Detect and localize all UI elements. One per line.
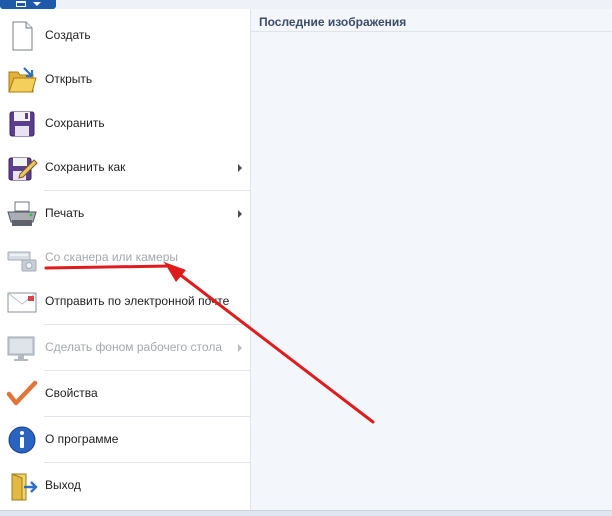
menu-separator (44, 416, 250, 417)
menu-item-label: Сделать фоном рабочего стола (45, 340, 222, 354)
menu-item-exit[interactable]: Выход (0, 464, 250, 508)
menu-item-about[interactable]: О программе (0, 418, 250, 462)
menu-separator (44, 462, 250, 463)
submenu-arrow-icon (238, 344, 242, 352)
menu-item-label: Создать (45, 28, 91, 42)
ribbon-strip (56, 0, 612, 9)
menu-separator (44, 190, 250, 191)
menu-item-print[interactable]: Печать (0, 192, 250, 236)
menu-item-label: Сохранить как (45, 160, 126, 174)
menu-item-label: Сохранить (45, 116, 105, 130)
new-document-icon (12, 21, 33, 51)
scanner-camera-icon (7, 251, 37, 272)
menu-item-label: Свойства (45, 386, 98, 400)
checkmark-properties-icon (6, 380, 38, 406)
menu-item-from-scanner-or-camera[interactable]: Со сканера или камеры (0, 236, 250, 280)
menu-item-label: О программе (45, 432, 119, 446)
submenu-arrow-icon (238, 164, 242, 172)
menu-item-label: Печать (45, 206, 85, 220)
menu-item-save[interactable]: Сохранить (0, 102, 250, 146)
menu-item-properties[interactable]: Свойства (0, 372, 250, 416)
desktop-background-icon (7, 336, 35, 361)
menu-item-set-desktop-background[interactable]: Сделать фоном рабочего стола (0, 326, 250, 370)
recent-images-title: Последние изображения (259, 15, 407, 29)
recent-images-header: Последние изображения (251, 9, 612, 32)
paint-menu-icon (16, 1, 26, 7)
menu-item-new[interactable]: Создать (0, 14, 250, 58)
save-as-icon (8, 157, 38, 181)
submenu-arrow-icon (238, 210, 242, 218)
email-envelope-icon (7, 292, 37, 313)
menu-item-open[interactable]: Открыть (0, 58, 250, 102)
menu-item-label: Выход (45, 478, 81, 492)
open-folder-icon (8, 67, 37, 93)
menu-item-send-email[interactable]: Отправить по электронной почте (0, 280, 250, 324)
menu-item-label: Со сканера или камеры (45, 250, 178, 264)
info-icon (8, 426, 36, 454)
recent-images-pane: Последние изображения (251, 9, 612, 510)
printer-icon (7, 201, 37, 226)
menu-item-save-as[interactable]: Сохранить как (0, 146, 250, 190)
app-menu-button[interactable] (0, 0, 56, 9)
menu-separator (44, 370, 250, 371)
exit-door-icon (11, 473, 38, 501)
save-disk-icon (9, 111, 35, 137)
menu-footer-strip (0, 510, 612, 516)
menu-separator (44, 324, 250, 325)
file-menu-commands: Создать Открыть Сохранить Сохранить как (0, 9, 251, 510)
menu-item-label: Открыть (45, 72, 93, 86)
chevron-down-icon (33, 2, 41, 6)
menu-item-label: Отправить по электронной почте (45, 294, 230, 308)
